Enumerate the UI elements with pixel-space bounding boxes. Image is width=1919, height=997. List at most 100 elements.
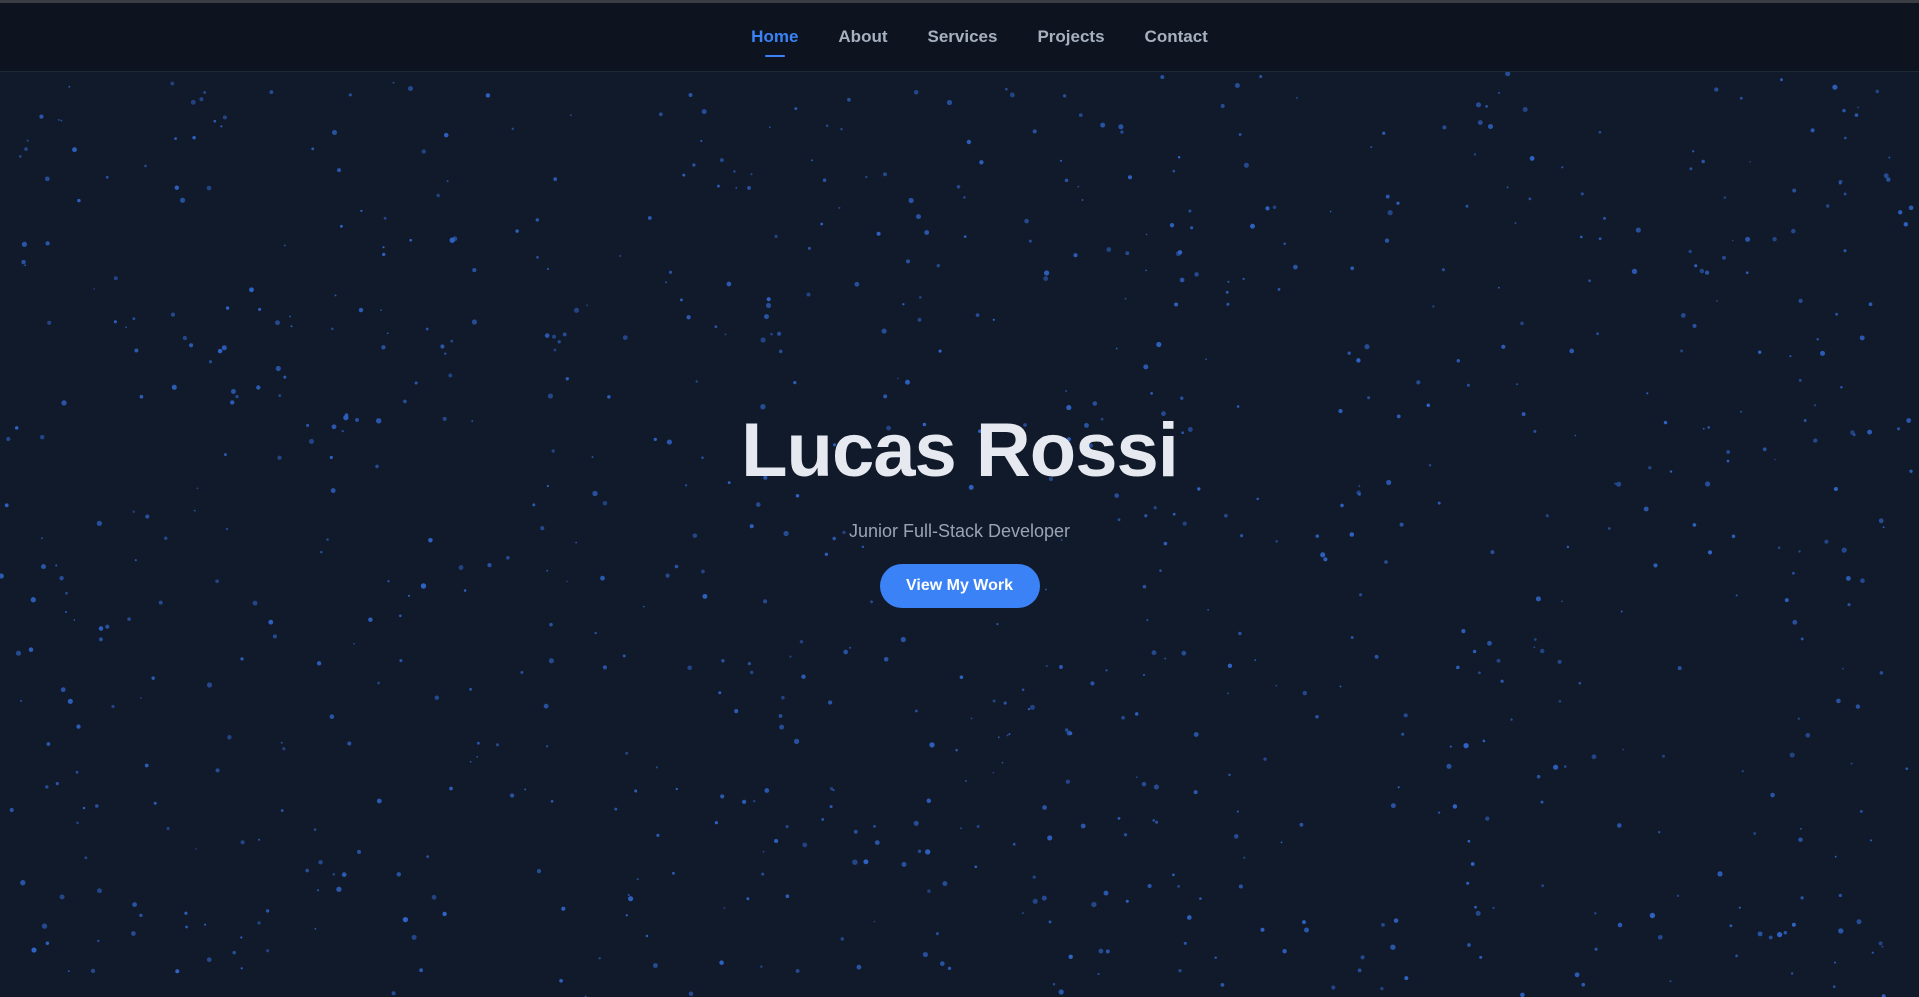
star-dot <box>1643 506 1649 512</box>
star-dot <box>793 738 800 745</box>
star-dot <box>658 112 663 117</box>
star-dot <box>922 422 927 427</box>
star-dot <box>1776 931 1783 938</box>
star-dot <box>320 550 323 554</box>
star-dot <box>870 600 874 604</box>
star-dot <box>444 352 447 355</box>
star-dot <box>225 527 229 531</box>
star-dot <box>1798 550 1801 553</box>
star-dot <box>692 163 696 167</box>
star-dot <box>799 640 804 644</box>
star-dot <box>1442 125 1447 130</box>
star-dot <box>387 580 390 583</box>
star-dot <box>1561 600 1563 603</box>
star-dot <box>0 573 4 579</box>
star-dot <box>1426 403 1431 407</box>
star-dot <box>265 909 270 913</box>
star-dot <box>331 129 338 136</box>
star-dot <box>865 175 868 179</box>
star-dot <box>425 327 429 331</box>
nav-link-about[interactable]: About <box>838 21 887 52</box>
star-dot <box>1680 313 1686 318</box>
star-dot <box>407 85 414 92</box>
star-dot <box>1465 204 1469 208</box>
star-dot <box>1449 745 1452 748</box>
star-dot <box>1536 774 1541 779</box>
star-dot <box>573 307 580 313</box>
star-dot <box>1161 411 1166 416</box>
star-dot <box>15 650 22 656</box>
star-dot <box>1834 855 1837 858</box>
star-dot <box>692 533 698 538</box>
star-dot <box>824 552 829 556</box>
star-dot <box>1810 128 1815 133</box>
star-dot <box>1869 839 1873 842</box>
star-dot <box>926 798 932 804</box>
star-dot <box>331 424 337 430</box>
star-dot <box>1897 427 1901 431</box>
star-dot <box>960 827 962 830</box>
nav-link-contact[interactable]: Contact <box>1145 21 1208 52</box>
star-dot <box>1490 550 1495 555</box>
star-dot <box>268 619 274 625</box>
star-dot <box>1066 437 1071 442</box>
star-dot <box>20 880 26 886</box>
star-dot <box>509 793 515 798</box>
star-dot <box>1115 347 1118 350</box>
star-dot <box>1032 129 1037 134</box>
star-dot <box>240 657 244 661</box>
star-dot <box>1875 89 1880 94</box>
star-dot <box>196 487 199 490</box>
star-dot <box>1227 663 1233 668</box>
star-dot <box>127 617 131 621</box>
star-dot <box>75 770 79 774</box>
star-dot <box>1680 349 1684 353</box>
star-dot <box>1758 350 1762 354</box>
star-dot <box>225 306 230 310</box>
star-dot <box>1299 822 1304 827</box>
star-dot <box>908 197 914 204</box>
star-dot <box>1275 540 1278 543</box>
star-dot <box>547 268 549 270</box>
star-dot <box>144 164 147 168</box>
star-dot <box>1172 512 1176 516</box>
star-dot <box>318 860 323 865</box>
star-dot <box>905 379 910 385</box>
star-dot <box>724 333 727 336</box>
nav-link-services[interactable]: Services <box>928 21 998 52</box>
star-dot <box>929 742 935 748</box>
star-dot <box>1100 122 1106 128</box>
star-dot <box>625 751 629 755</box>
nav-link-home[interactable]: Home <box>751 21 798 52</box>
star-dot <box>774 838 779 844</box>
star-dot <box>1479 955 1483 959</box>
star-dot <box>316 661 322 666</box>
star-dot <box>170 81 175 86</box>
star-dot <box>1064 728 1069 732</box>
star-dot <box>764 314 769 320</box>
star-dot <box>139 913 143 918</box>
star-dot <box>1510 718 1513 721</box>
star-dot <box>1260 927 1265 932</box>
view-my-work-button[interactable]: View My Work <box>879 564 1040 608</box>
star-dot <box>77 198 81 203</box>
star-dot <box>215 579 219 584</box>
star-dot <box>73 619 76 621</box>
star-dot <box>1833 961 1837 964</box>
star-dot <box>334 294 337 297</box>
star-dot <box>1467 943 1471 947</box>
star-dot <box>1364 344 1370 350</box>
star-dot <box>1275 684 1278 687</box>
star-dot <box>1240 534 1244 538</box>
nav-link-projects[interactable]: Projects <box>1037 21 1104 52</box>
star-dot <box>1174 302 1179 307</box>
star-dot <box>308 438 315 444</box>
star-dot <box>269 90 274 95</box>
star-dot <box>1789 355 1792 358</box>
star-dot <box>1027 707 1031 711</box>
star-dot <box>622 335 628 340</box>
star-dot <box>1768 935 1773 940</box>
star-dot <box>326 538 329 541</box>
star-dot <box>40 537 44 540</box>
star-dot <box>339 224 343 228</box>
